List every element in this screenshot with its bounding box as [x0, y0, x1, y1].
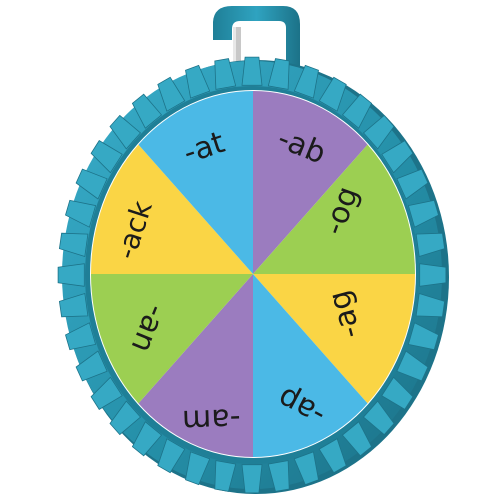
frame-ridge: [419, 263, 447, 287]
wheel-sectors: [91, 91, 415, 457]
frame-ridge: [241, 464, 263, 494]
spinner-wheel-scene: -ab -og -ag -ap -am -an -ack -at: [57, 6, 449, 494]
sector-label-am: -am: [182, 401, 242, 438]
frame-ridge: [241, 56, 263, 86]
frame-ridge: [57, 263, 85, 287]
